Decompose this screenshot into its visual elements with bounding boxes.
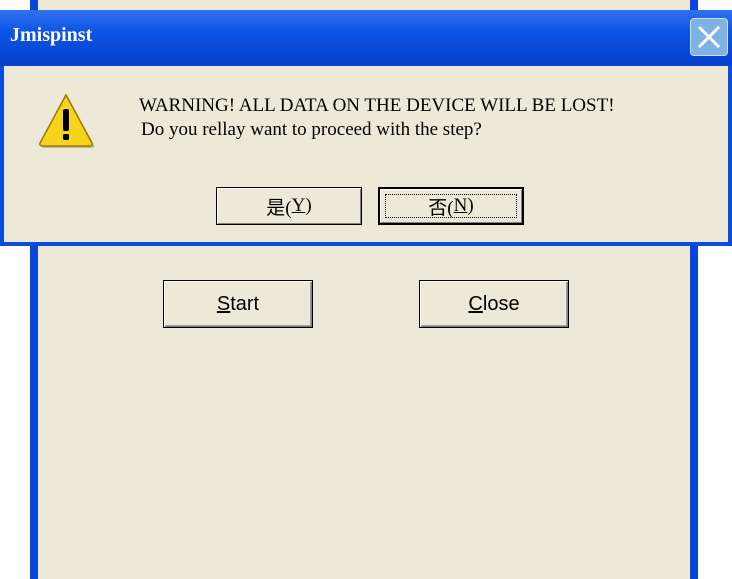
start-accel: S <box>216 292 231 315</box>
close-button[interactable]: Close <box>419 280 569 328</box>
start-label: tart <box>230 292 260 315</box>
dialog-message: WARNING! ALL DATA ON THE DEVICE WILL BE … <box>139 94 615 142</box>
no-button[interactable]: 否(N) <box>378 187 524 225</box>
warning-icon <box>37 91 95 154</box>
close-accel: C <box>468 292 483 315</box>
dialog-title: Jmispinst <box>10 24 93 46</box>
yes-button[interactable]: 是(Y) <box>216 187 362 225</box>
yes-end: ) <box>305 195 312 216</box>
message-line-1: WARNING! ALL DATA ON THE DEVICE WILL BE … <box>139 95 615 116</box>
dialog-body: WARNING! ALL DATA ON THE DEVICE WILL BE … <box>4 66 728 242</box>
close-icon[interactable] <box>690 18 728 56</box>
warning-dialog: Jmispinst WARNING! ALL DATA ON THE DEVIC… <box>0 10 732 246</box>
close-label: lose <box>482 292 520 315</box>
focus-rectangle <box>385 194 517 218</box>
yes-label: 是( <box>266 197 292 219</box>
start-button[interactable]: Start <box>163 280 313 328</box>
dialog-titlebar[interactable]: Jmispinst <box>0 10 732 66</box>
message-line-2: Do you rellay want to proceed with the s… <box>141 119 482 140</box>
yes-accel: Y <box>291 195 306 216</box>
